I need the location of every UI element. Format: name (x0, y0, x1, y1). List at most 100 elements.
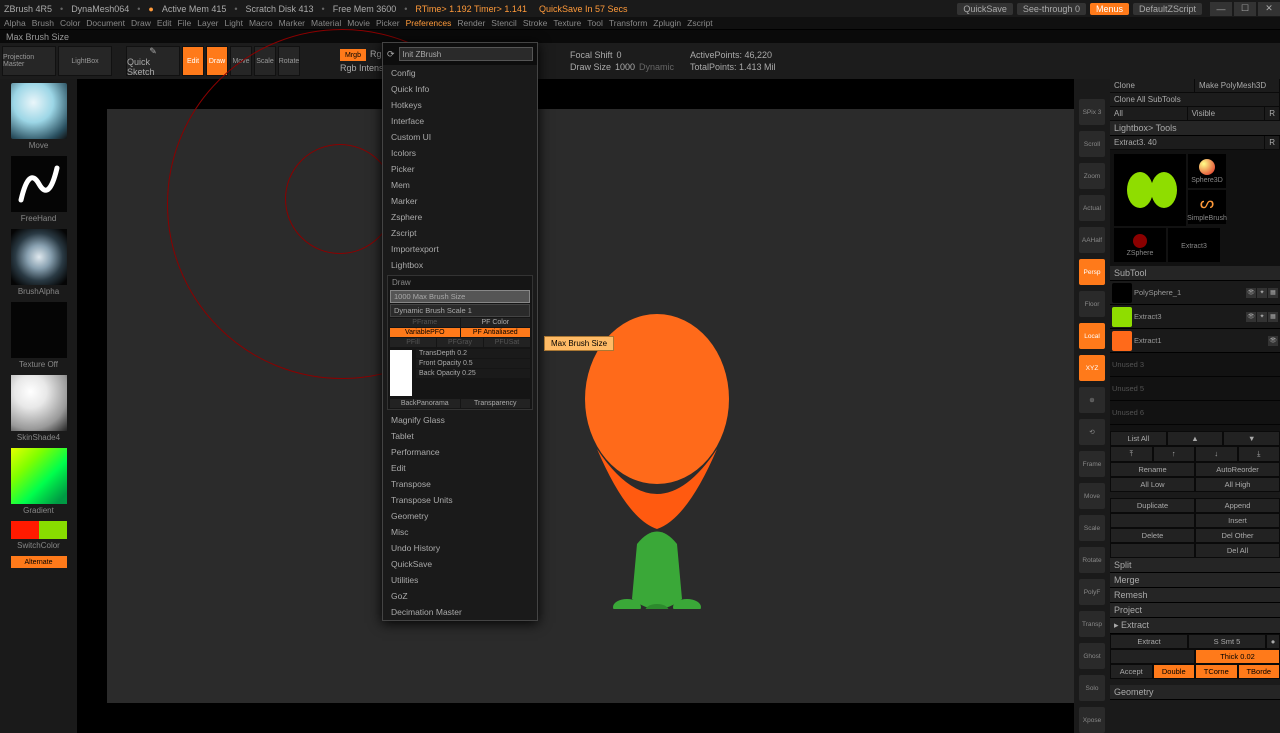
autoreorder-button[interactable]: AutoReorder (1195, 462, 1280, 477)
brush-thumb[interactable] (11, 83, 67, 139)
prefs-undo[interactable]: Undo History (383, 540, 537, 556)
menu-stroke[interactable]: Stroke (523, 18, 548, 28)
menu-light[interactable]: Light (225, 18, 243, 28)
prefs-importexport[interactable]: Importexport (383, 241, 537, 257)
tool-thumb-zsphere[interactable]: ZSphere (1114, 228, 1166, 262)
frame-button[interactable]: Frame (1079, 451, 1105, 477)
draw-label[interactable]: Draw (388, 276, 532, 289)
prefs-transpose-units[interactable]: Transpose Units (383, 492, 537, 508)
back-opacity-slider[interactable]: Back Opacity 0.25 (416, 369, 530, 378)
menu-alpha[interactable]: Alpha (4, 18, 26, 28)
prefs-performance[interactable]: Performance (383, 444, 537, 460)
ghost-button[interactable]: Ghost (1079, 643, 1105, 669)
alldown-icon[interactable]: ⤓ (1238, 446, 1280, 462)
clone-button[interactable]: Clone (1110, 79, 1195, 92)
prefs-search-input[interactable] (399, 47, 533, 61)
default-zscript[interactable]: DefaultZScript (1133, 3, 1202, 15)
backpanorama-button[interactable]: BackPanorama (390, 399, 460, 408)
prefs-quickinfo[interactable]: Quick Info (383, 81, 537, 97)
menu-render[interactable]: Render (457, 18, 485, 28)
transp-button[interactable]: Transp (1079, 611, 1105, 637)
dynamic-brush-scale-slider[interactable]: Dynamic Brush Scale 1 (390, 304, 530, 317)
prefs-zsphere[interactable]: Zsphere (383, 209, 537, 225)
rotate-cam-button[interactable]: Rotate (1079, 547, 1105, 573)
reload-icon[interactable]: ⟳ (387, 49, 395, 60)
pfanti-button[interactable]: PF Antialiased (461, 328, 531, 337)
prefs-edit[interactable]: Edit (383, 460, 537, 476)
double-button[interactable]: Double (1153, 664, 1196, 679)
prefs-customui[interactable]: Custom UI (383, 129, 537, 145)
draw-size-label[interactable]: Draw Size (570, 62, 611, 72)
front-opacity-slider[interactable]: Front Opacity 0.5 (416, 359, 530, 368)
stroke-thumb[interactable] (11, 156, 67, 212)
minimize-icon[interactable]: — (1210, 2, 1232, 16)
projection-master-button[interactable]: Projection Master (2, 46, 56, 76)
prefs-geometry[interactable]: Geometry (383, 508, 537, 524)
menu-edit[interactable]: Edit (157, 18, 172, 28)
prefs-magnify[interactable]: Magnify Glass (383, 412, 537, 428)
listall-button[interactable]: List All (1110, 431, 1167, 446)
alllow-button[interactable]: All Low (1110, 477, 1195, 492)
delete-button[interactable]: Delete (1110, 528, 1195, 543)
menu-draw[interactable]: Draw (131, 18, 151, 28)
xyz-button[interactable]: XYZ (1079, 355, 1105, 381)
subtool-header[interactable]: SubTool (1110, 266, 1280, 281)
floor-button[interactable]: Floor (1079, 291, 1105, 317)
down-arrow-icon[interactable]: ▼ (1223, 431, 1280, 446)
subtool-row[interactable]: Extract3👁✦▦ (1110, 305, 1280, 329)
cloneall-button[interactable]: Clone All SubTools (1110, 93, 1280, 106)
prefs-config[interactable]: Config (383, 65, 537, 81)
maximize-icon[interactable]: ☐ (1234, 2, 1256, 16)
aahalf-button[interactable]: AAHalf (1079, 227, 1105, 253)
pfcolor-button[interactable]: PF Color (461, 318, 531, 327)
menu-preferences[interactable]: Preferences (406, 18, 452, 28)
transdepth-slider[interactable]: TransDepth 0.2 (416, 349, 530, 358)
alpha-thumb[interactable] (11, 229, 67, 285)
viewport[interactable]: Max Brush Size (107, 109, 1074, 703)
merge-header[interactable]: Merge (1110, 573, 1280, 588)
seethrough-slider[interactable]: See-through 0 (1017, 3, 1086, 15)
menu-transform[interactable]: Transform (609, 18, 647, 28)
remesh-header[interactable]: Remesh (1110, 588, 1280, 603)
prefs-decimation[interactable]: Decimation Master (383, 604, 537, 620)
prefs-utilities[interactable]: Utilities (383, 572, 537, 588)
prefs-hotkeys[interactable]: Hotkeys (383, 97, 537, 113)
split-header[interactable]: Split (1110, 558, 1280, 573)
prefs-quicksave[interactable]: QuickSave (383, 556, 537, 572)
extract-button[interactable]: Extract (1110, 634, 1188, 649)
prefs-marker[interactable]: Marker (383, 193, 537, 209)
menu-tool[interactable]: Tool (587, 18, 603, 28)
edit-mode-button[interactable]: Edit (182, 46, 204, 76)
tcorne-button[interactable]: TCorne (1195, 664, 1238, 679)
lrot-button[interactable]: ⟲ (1079, 419, 1105, 445)
prefs-picker[interactable]: Picker (383, 161, 537, 177)
close-icon[interactable]: ✕ (1258, 2, 1280, 16)
lconst-button[interactable]: ⊕ (1079, 387, 1105, 413)
color-picker[interactable] (11, 448, 67, 504)
alternate-button[interactable]: Alternate (11, 556, 67, 568)
menu-marker[interactable]: Marker (279, 18, 305, 28)
material-thumb[interactable] (11, 375, 67, 431)
allhigh-button[interactable]: All High (1195, 477, 1280, 492)
menu-file[interactable]: File (178, 18, 192, 28)
tool-thumb-sphere[interactable]: Sphere3D (1188, 154, 1226, 188)
draw-mode-button[interactable]: Draw (206, 46, 228, 76)
project-header[interactable]: Project (1110, 603, 1280, 618)
polymesh-button[interactable]: Make PolyMesh3D (1195, 79, 1280, 92)
duplicate-button[interactable]: Duplicate (1110, 498, 1195, 513)
varpfo-button[interactable]: VariablePFO (390, 328, 460, 337)
subtool-row[interactable]: PolySphere_1👁✦▦ (1110, 281, 1280, 305)
rename-button[interactable]: Rename (1110, 462, 1195, 477)
menu-brush[interactable]: Brush (32, 18, 54, 28)
all-button[interactable]: All (1110, 107, 1188, 120)
thick-slider[interactable]: Thick 0.02 (1195, 649, 1280, 664)
max-brush-size-slider[interactable]: 1000 Max Brush Size (390, 290, 530, 303)
menu-document[interactable]: Document (86, 18, 125, 28)
visible-button[interactable]: Visible (1188, 107, 1266, 120)
xpose-button[interactable]: Xpose (1079, 707, 1105, 733)
pframe-button[interactable]: PFrame (390, 318, 460, 327)
pfgray-button[interactable]: PFGray (437, 338, 483, 347)
solo-button[interactable]: Solo (1079, 675, 1105, 701)
menu-zscript[interactable]: Zscript (687, 18, 713, 28)
lightbox-button[interactable]: LightBox (58, 46, 112, 76)
